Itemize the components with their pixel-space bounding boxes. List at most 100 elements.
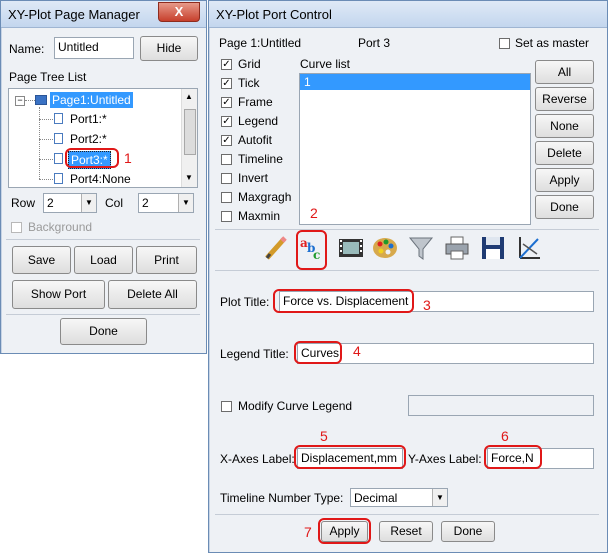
autofit-label: Autofit [238, 133, 273, 147]
maxmin-checkbox[interactable] [221, 211, 232, 222]
port-label: Port 3 [358, 36, 391, 50]
hide-button[interactable]: Hide [140, 36, 198, 61]
modify-legend-input[interactable] [408, 395, 594, 416]
frame-label: Frame [238, 95, 273, 109]
annotation-4: 4 [353, 343, 361, 359]
divider [6, 314, 200, 315]
page-icon [54, 133, 63, 144]
scroll-down-icon[interactable]: ▼ [185, 173, 193, 182]
legend-checkbox[interactable]: ✓ [221, 116, 232, 127]
reset-button[interactable]: Reset [379, 521, 433, 542]
autofit-checkbox[interactable]: ✓ [221, 135, 232, 146]
palette-icon[interactable] [371, 234, 399, 262]
background-checkbox[interactable] [11, 222, 22, 233]
invert-checkbox[interactable] [221, 173, 232, 184]
apply-curve-button[interactable]: Apply [535, 168, 594, 192]
delete-button[interactable]: Delete [535, 141, 594, 165]
reverse-button[interactable]: Reverse [535, 87, 594, 111]
row-label: Row [11, 196, 36, 210]
tree-port-1[interactable]: Port1:* [70, 112, 107, 126]
annotation-6: 6 [501, 428, 509, 444]
show-port-button[interactable]: Show Port [12, 280, 105, 309]
print-button[interactable]: Print [136, 246, 197, 274]
row-select[interactable]: 2 ▼ [43, 193, 97, 213]
film-icon[interactable] [337, 234, 365, 262]
scroll-up-icon[interactable]: ▲ [185, 92, 193, 101]
load-button[interactable]: Load [74, 246, 133, 274]
grid-checkbox[interactable]: ✓ [221, 59, 232, 70]
curve-list[interactable]: 1 [299, 73, 531, 225]
plot-title-label: Plot Title: [220, 295, 270, 309]
legend-label: Legend [238, 114, 279, 128]
folder-icon [35, 95, 47, 105]
all-button[interactable]: All [535, 60, 594, 84]
annotation-box-2 [296, 230, 327, 270]
floppy-disk-icon[interactable] [479, 234, 507, 262]
invert-label: Invert [238, 171, 269, 185]
annotation-3: 3 [423, 297, 431, 313]
grid-label: Grid [238, 57, 261, 71]
maxmin-label: Maxmin [238, 209, 281, 223]
annotation-box-7 [318, 518, 371, 544]
col-label: Col [105, 196, 124, 210]
page-tree[interactable]: − Page1:Untitled Port1:* Port2:* Port3:*… [8, 88, 198, 188]
page-icon [54, 153, 63, 164]
timeline-label: Timeline [238, 152, 283, 166]
x-axes-label: X-Axes Label: [220, 452, 295, 466]
scroll-thumb[interactable] [184, 109, 196, 155]
chevron-down-icon[interactable]: ▼ [432, 489, 447, 506]
set-master-checkbox[interactable] [499, 38, 510, 49]
y-axes-label: Y-Axes Label: [408, 452, 482, 466]
page-icon [54, 113, 63, 124]
col-value: 2 [142, 196, 149, 210]
maxgragh-checkbox[interactable] [221, 192, 232, 203]
funnel-icon[interactable] [407, 234, 435, 262]
name-input[interactable]: Untitled [54, 37, 134, 59]
timeline-type-select[interactable]: Decimal ▼ [350, 488, 448, 507]
tree-root[interactable]: Page1:Untitled [50, 92, 133, 108]
timeline-type-label: Timeline Number Type: [220, 491, 344, 505]
tree-scrollbar[interactable]: ▲ ▼ [181, 89, 197, 187]
annotation-7: 7 [304, 524, 312, 540]
tick-checkbox[interactable]: ✓ [221, 78, 232, 89]
pencil-icon[interactable] [262, 234, 290, 262]
background-label: Background [28, 220, 93, 234]
chevron-down-icon[interactable]: ▼ [178, 194, 193, 212]
close-button[interactable]: X [158, 2, 200, 22]
annotation-box-1 [65, 148, 119, 168]
done-curve-button[interactable]: Done [535, 195, 594, 219]
page-manager-title: XY-Plot Page Manager [8, 7, 140, 22]
page-label: Page 1:Untitled [219, 36, 302, 50]
page-manager-window: XY-Plot Page Manager X Name: Untitled Hi… [0, 0, 207, 354]
chevron-down-icon[interactable]: ▼ [81, 194, 96, 212]
tree-collapse-box[interactable]: − [15, 96, 25, 106]
none-button[interactable]: None [535, 114, 594, 138]
done-button[interactable]: Done [60, 318, 147, 345]
port-control-titlebar[interactable]: XY-Plot Port Control [209, 1, 607, 28]
timeline-checkbox[interactable] [221, 154, 232, 165]
modify-legend-checkbox[interactable] [221, 401, 232, 412]
frame-checkbox[interactable]: ✓ [221, 97, 232, 108]
axes-icon[interactable] [515, 234, 543, 262]
done-port-button[interactable]: Done [441, 521, 495, 542]
page-manager-titlebar[interactable]: XY-Plot Page Manager X [1, 1, 206, 28]
save-button[interactable]: Save [12, 246, 71, 274]
page-icon [54, 173, 63, 184]
printer-icon[interactable] [443, 234, 471, 262]
port-control-window: XY-Plot Port Control Page 1:Untitled Por… [208, 0, 608, 553]
delete-all-button[interactable]: Delete All [108, 280, 197, 309]
legend-title-label: Legend Title: [220, 347, 289, 361]
annotation-box-3 [273, 289, 414, 313]
tree-port-4[interactable]: Port4:None [70, 172, 131, 186]
maxgragh-label: Maxgragh [238, 190, 292, 204]
name-label: Name: [9, 42, 45, 56]
tree-port-2[interactable]: Port2:* [70, 132, 107, 146]
modify-legend-label: Modify Curve Legend [238, 399, 353, 413]
annotation-box-5 [294, 445, 406, 469]
curve-item[interactable]: 1 [300, 74, 530, 90]
divider [215, 229, 599, 230]
tick-label: Tick [238, 76, 260, 90]
annotation-2: 2 [310, 205, 318, 221]
set-master-label: Set as master [515, 36, 590, 50]
col-select[interactable]: 2 ▼ [138, 193, 194, 213]
